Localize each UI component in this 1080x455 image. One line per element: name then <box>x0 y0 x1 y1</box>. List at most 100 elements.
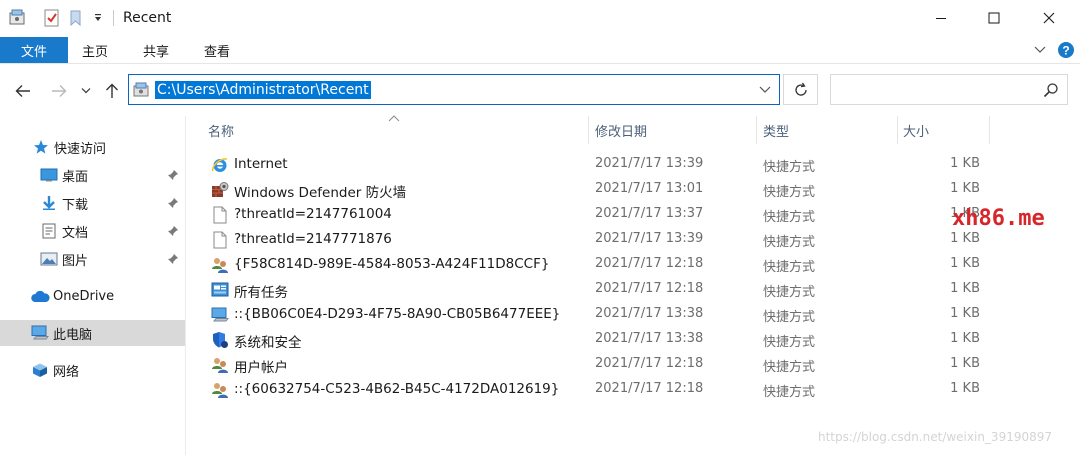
nav-item-pictures[interactable]: 图片 <box>0 246 185 272</box>
file-row[interactable]: ::{BB06C0E4-D293-4F75-8A90-CB05B6477EEE}… <box>205 302 995 327</box>
svg-text:?: ? <box>1062 44 1069 58</box>
file-date: 2021/7/17 13:37 <box>595 206 704 221</box>
pin-icon[interactable] <box>166 168 180 182</box>
column-header-name[interactable]: 名称 <box>208 116 234 144</box>
column-divider[interactable] <box>897 116 898 144</box>
nav-item-label: 文档 <box>62 225 89 241</box>
nav-item-label: OneDrive <box>53 288 115 304</box>
search-input[interactable] <box>835 79 1035 101</box>
navigation-pane: 快速访问 桌面 下载 文档 图片 OneDrive 此电脑 网络 <box>0 116 186 455</box>
address-path[interactable]: C:\Users\Administrator\Recent <box>155 81 371 99</box>
tab-home[interactable]: 主页 <box>82 37 108 63</box>
address-box[interactable]: C:\Users\Administrator\Recent <box>128 74 780 105</box>
nav-item-desktop[interactable]: 桌面 <box>0 162 185 188</box>
nav-item-this-pc[interactable]: 此电脑 <box>0 320 185 346</box>
up-button[interactable] <box>99 78 125 104</box>
file-row[interactable]: 系统和安全 2021/7/17 13:38 快捷方式 1 KB <box>205 327 995 352</box>
blank-file-icon <box>211 206 229 224</box>
file-name: {F58C814D-989E-4584-8053-A424F11D8CCF} <box>234 256 550 272</box>
tab-view[interactable]: 查看 <box>204 37 230 63</box>
file-row[interactable]: ::{60632754-C523-4B62-B45C-4172DA012619}… <box>205 377 995 402</box>
column-divider[interactable] <box>756 116 757 144</box>
column-header-date[interactable]: 修改日期 <box>595 116 647 144</box>
file-size: 1 KB <box>950 231 980 246</box>
file-size: 1 KB <box>950 156 980 171</box>
column-divider[interactable] <box>989 116 990 144</box>
nav-item-label: 桌面 <box>62 169 89 185</box>
file-row[interactable]: {F58C814D-989E-4584-8053-A424F11D8CCF} 2… <box>205 252 995 277</box>
search-box[interactable] <box>830 74 1068 105</box>
file-type: 快捷方式 <box>763 310 816 325</box>
file-row[interactable]: 用户帐户 2021/7/17 12:18 快捷方式 1 KB <box>205 352 995 377</box>
file-row[interactable]: ?threatId=2147771876 2021/7/17 13:39 快捷方… <box>205 227 995 252</box>
file-row[interactable]: ?threatId=2147761004 2021/7/17 13:37 快捷方… <box>205 202 995 227</box>
file-type: 快捷方式 <box>763 160 816 175</box>
arrow-left-icon <box>15 85 30 97</box>
help-icon: ? <box>1058 42 1074 58</box>
file-size: 1 KB <box>950 281 980 296</box>
forward-button[interactable] <box>46 78 72 104</box>
pin-icon[interactable] <box>166 196 180 210</box>
file-size: 1 KB <box>950 256 980 271</box>
nav-item-label: 下载 <box>62 197 89 213</box>
tab-share[interactable]: 共享 <box>143 37 169 63</box>
column-header-type[interactable]: 类型 <box>763 116 789 144</box>
blank-file-icon <box>211 231 229 249</box>
network-icon <box>31 362 49 378</box>
nav-item-label: 此电脑 <box>53 327 93 343</box>
nav-item-quick-access[interactable]: 快速访问 <box>0 134 185 160</box>
column-divider[interactable] <box>588 116 589 144</box>
file-size: 1 KB <box>950 356 980 371</box>
properties-checkmark-icon[interactable] <box>44 7 64 29</box>
window-title: Recent <box>123 10 172 26</box>
customize-toolbar-chevron-icon[interactable] <box>93 7 107 29</box>
file-name: ?threatId=2147771876 <box>234 231 392 247</box>
search-icon[interactable] <box>1043 82 1059 98</box>
star-icon <box>32 139 50 155</box>
file-date: 2021/7/17 12:18 <box>595 356 704 371</box>
location-icon <box>133 82 151 98</box>
computer-icon <box>31 325 49 341</box>
file-type: 快捷方式 <box>763 260 816 275</box>
new-folder-icon[interactable] <box>70 7 86 29</box>
tab-file[interactable]: 文件 <box>0 37 68 63</box>
file-type: 快捷方式 <box>763 360 816 375</box>
recent-locations-button[interactable] <box>76 78 96 104</box>
close-icon <box>1043 12 1055 24</box>
file-size: 1 KB <box>950 306 980 321</box>
file-type: 快捷方式 <box>763 235 816 250</box>
refresh-button[interactable] <box>783 74 818 105</box>
pin-icon[interactable] <box>166 252 180 266</box>
file-row[interactable]: 所有任务 2021/7/17 12:18 快捷方式 1 KB <box>205 277 995 302</box>
help-button[interactable]: ? <box>1056 40 1076 60</box>
minimize-button[interactable] <box>918 0 964 36</box>
nav-item-documents[interactable]: 文档 <box>0 218 185 244</box>
chevron-down-icon <box>759 86 771 93</box>
file-type: 快捷方式 <box>763 210 816 225</box>
file-row[interactable]: Windows Defender 防火墙 2021/7/17 13:01 快捷方… <box>205 177 995 202</box>
nav-item-label: 快速访问 <box>54 141 107 157</box>
nav-item-network[interactable]: 网络 <box>0 357 185 383</box>
brand-watermark: xh86.me <box>952 206 1045 231</box>
back-button[interactable] <box>10 78 36 104</box>
expand-ribbon-button[interactable] <box>1031 40 1049 60</box>
column-header-size[interactable]: 大小 <box>903 116 929 144</box>
file-row[interactable]: Internet 2021/7/17 13:39 快捷方式 1 KB <box>205 152 995 177</box>
address-history-dropdown[interactable] <box>757 81 773 99</box>
file-type: 快捷方式 <box>763 385 816 400</box>
nav-item-downloads[interactable]: 下载 <box>0 190 185 216</box>
file-date: 2021/7/17 13:01 <box>595 181 704 196</box>
minimize-icon <box>936 18 946 19</box>
nav-item-label: 图片 <box>62 253 89 269</box>
file-date: 2021/7/17 12:18 <box>595 381 704 396</box>
file-name: Windows Defender 防火墙 <box>234 185 407 201</box>
nav-item-onedrive[interactable]: OneDrive <box>0 283 185 309</box>
pictures-icon <box>40 251 58 267</box>
pin-icon[interactable] <box>166 224 180 238</box>
close-button[interactable] <box>1026 0 1072 36</box>
file-date: 2021/7/17 12:18 <box>595 256 704 271</box>
explorer-properties-icon[interactable] <box>8 7 30 29</box>
cloud-icon <box>30 288 50 304</box>
file-name: 系统和安全 <box>234 335 302 351</box>
maximize-button[interactable] <box>971 0 1017 36</box>
